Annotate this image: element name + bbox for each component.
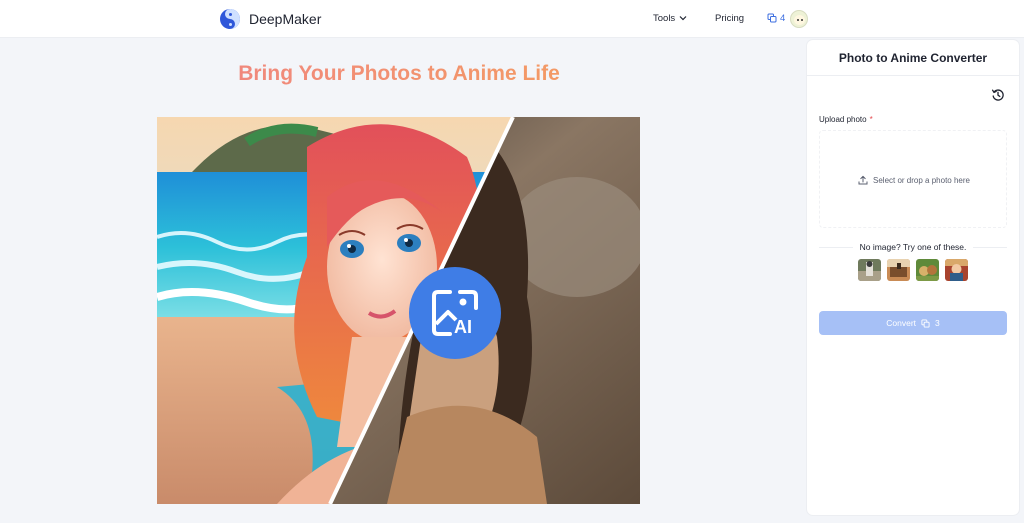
- credits-icon: [921, 318, 930, 328]
- photo-dropzone[interactable]: Select or drop a photo here: [819, 130, 1007, 228]
- chevron-down-icon: [679, 14, 687, 23]
- sample-thumbnail[interactable]: [916, 259, 939, 281]
- sample-thumbnail[interactable]: [887, 259, 910, 281]
- avatar[interactable]: [790, 10, 808, 28]
- required-marker: *: [869, 115, 873, 124]
- sample-images-divider: No image? Try one of these.: [819, 242, 1007, 252]
- credits-count: 4: [780, 13, 786, 24]
- credits-icon: [767, 13, 777, 23]
- ai-image-icon: AI: [409, 267, 501, 359]
- convert-cost: 3: [935, 318, 940, 328]
- converter-panel: Photo to Anime Converter Upload photo * S…: [807, 40, 1019, 515]
- upload-icon: [858, 175, 868, 185]
- history-icon[interactable]: [991, 88, 1005, 102]
- logo-icon[interactable]: [220, 9, 240, 29]
- convert-button-label: Convert: [886, 318, 917, 328]
- sample-thumbnails: [858, 259, 968, 281]
- panel-divider: [807, 75, 1019, 76]
- nav-tools-menu[interactable]: Tools: [653, 13, 687, 24]
- top-navigation-bar: DeepMaker Tools Pricing 4: [0, 0, 1024, 38]
- panel-title: Photo to Anime Converter: [838, 51, 988, 65]
- svg-text:AI: AI: [454, 317, 472, 337]
- page-headline: Bring Your Photos to Anime Life: [0, 62, 798, 86]
- dropzone-prompt: Select or drop a photo here: [820, 175, 1008, 185]
- upload-photo-label: Upload photo *: [819, 115, 873, 124]
- sample-thumbnail[interactable]: [858, 259, 881, 281]
- convert-button[interactable]: Convert 3: [819, 311, 1007, 335]
- credits-balance[interactable]: 4: [767, 13, 785, 24]
- nav-tools-label: Tools: [653, 13, 676, 24]
- sample-images-prompt: No image? Try one of these.: [855, 242, 971, 252]
- brand-name[interactable]: DeepMaker: [249, 11, 321, 27]
- hero-before-after-image: AI: [157, 117, 640, 504]
- nav-pricing-link[interactable]: Pricing: [715, 13, 744, 24]
- sample-thumbnail[interactable]: [945, 259, 968, 281]
